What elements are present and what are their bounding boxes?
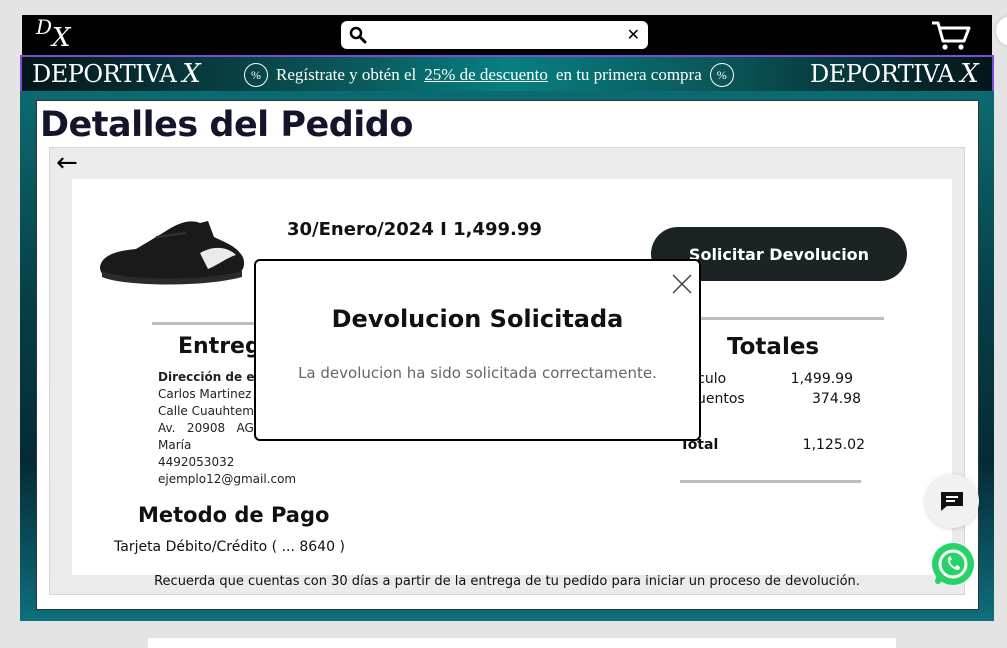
search-icon[interactable] [349,26,367,44]
percent-badge-icon: % [709,63,734,87]
promo-text-after: en tu primera compra [555,65,702,84]
promo-text-before: Regístrate y obtén el [276,65,417,84]
dialog-title: Devolucion Solicitada [331,305,624,333]
divider [672,317,884,320]
address-email: ejemplo12@gmail.com [158,472,297,486]
top-header: D X ✕ [22,15,992,55]
order-date-total: 30/Enero/2024 I 1,499.99 [287,219,542,240]
search-bar: ✕ [341,21,648,49]
bottom-strip [148,638,896,648]
page-title: Detalles del Pedido [40,105,413,145]
logo-letter-d: D [36,15,53,39]
payment-title: Metodo de Pago [138,503,330,527]
totals-value: 1,125.02 [802,437,865,453]
cart-icon[interactable] [930,19,972,51]
dialog-message: La devolucion ha sido solicitada correct… [298,364,657,382]
payment-method: Tarjeta Débito/Crédito ( ... 8640 ) [114,539,345,555]
close-icon[interactable] [671,273,693,295]
brand-wordmark-right[interactable]: DEPORTIVA X [810,59,979,89]
totals-row-total: Total 1,125.02 [680,437,865,453]
whatsapp-icon[interactable] [930,541,976,587]
address-phone: 4492053032 [158,455,235,469]
return-policy-note: Recuerda que cuentas con 30 días a parti… [154,574,860,589]
totals-value: 374.98 [812,391,861,407]
promo-discount-link[interactable]: 25% de descuento [424,65,548,85]
scroll-edge-button[interactable] [996,16,1007,46]
brand-name: DEPORTIVA [810,60,955,88]
totals-title: Totales [727,334,820,360]
back-arrow-icon[interactable]: ← [56,148,78,178]
search-input[interactable] [375,25,619,47]
brand-logo[interactable]: D X [36,15,88,53]
percent-badge-icon: % [244,63,268,87]
return-confirmation-dialog: Devolucion Solicitada La devolucion ha s… [254,259,701,441]
close-icon[interactable]: ✕ [627,25,640,44]
brand-mark: X [960,59,979,89]
product-image [100,221,245,285]
logo-letter-x: X [52,23,71,53]
brand-mark: X [182,59,201,89]
totals-value: 1,499.99 [790,371,853,387]
promo-banner: DEPORTIVA X % Regístrate y obtén el 25% d… [20,55,994,93]
promo-message: % Regístrate y obtén el 25% de descuento… [244,62,774,88]
divider [680,480,861,483]
chat-button[interactable] [925,474,979,528]
chat-icon [941,492,963,511]
brand-name: DEPORTIVA [32,60,177,88]
brand-wordmark-left[interactable]: DEPORTIVA X [32,59,201,89]
